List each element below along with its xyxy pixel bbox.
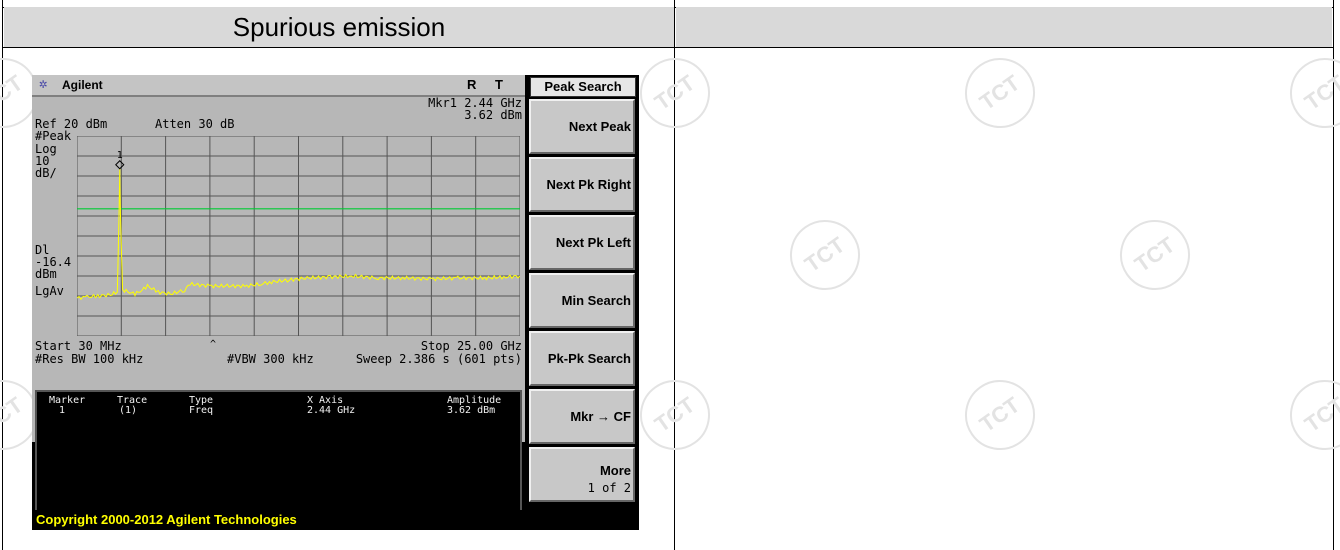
attenuation: Atten 30 dB xyxy=(155,117,235,131)
softkey-label: Next Peak xyxy=(568,119,631,134)
plot-area: Mkr1 2.44 GHz 3.62 dBm Ref 20 dBm Atten … xyxy=(32,97,525,526)
agilent-spark-icon: ✲ xyxy=(39,76,48,92)
softkey-label: Pk-Pk Search xyxy=(547,351,631,366)
spectrum-plot: 1 xyxy=(77,136,520,336)
scale-unit: dB/ xyxy=(35,166,57,180)
softkey-more[interactable]: More 1 of 2 xyxy=(529,447,635,502)
table-cell: Freq xyxy=(189,405,214,416)
header-right-text xyxy=(676,7,1332,47)
display-line-unit: dBm xyxy=(35,267,57,281)
softkey-mkr-to-cf[interactable]: Mkr → CF xyxy=(529,389,635,444)
softkey-label: Mkr → CF xyxy=(570,409,631,424)
copyright-bar: Copyright 2000-2012 Agilent Technologies xyxy=(32,510,639,530)
softkey-label: Next Pk Left xyxy=(555,235,631,250)
sweep-time: Sweep 2.386 s (601 pts) xyxy=(355,352,522,366)
marker-number-label: 1 xyxy=(117,150,123,161)
table-cell: 1 xyxy=(59,405,66,416)
marker-amplitude: 3.62 dBm xyxy=(464,108,522,122)
marker-table: Marker Trace Type X Axis Amplitude 1 (1)… xyxy=(35,390,522,526)
table-cell: (1) xyxy=(119,405,138,416)
softkey-label: Next Pk Right xyxy=(546,177,631,192)
analyzer-title-bar: ✲ Agilent R T xyxy=(32,75,525,97)
softkey-next-pk-right[interactable]: Next Pk Right xyxy=(529,157,635,212)
softkey-panel: Peak Search Next Peak Next Pk Right Next… xyxy=(527,75,639,508)
table-cell: 3.62 dBm xyxy=(447,405,496,416)
resolution-bandwidth: #Res BW 100 kHz xyxy=(35,352,144,366)
softkey-label: More xyxy=(599,463,631,478)
center-caret: ^ xyxy=(210,339,217,350)
table-cell: 2.44 GHz xyxy=(307,405,356,416)
softkey-page-indicator: 1 of 2 xyxy=(587,481,631,495)
softkey-menu-title[interactable]: Peak Search xyxy=(530,77,636,97)
softkey-next-pk-left[interactable]: Next Pk Left xyxy=(529,215,635,270)
video-bandwidth: #VBW 300 kHz xyxy=(227,352,314,366)
section-title: Spurious emission xyxy=(232,12,446,42)
table-header: Marker xyxy=(49,395,86,406)
brand-name: Agilent xyxy=(62,78,103,92)
status-r: R xyxy=(467,77,477,92)
softkey-pk-pk-search[interactable]: Pk-Pk Search xyxy=(529,331,635,386)
status-t: T xyxy=(495,77,503,92)
table-header-border xyxy=(2,47,1334,48)
softkey-min-search[interactable]: Min Search xyxy=(529,273,635,328)
average-type: LgAv xyxy=(35,284,64,298)
softkey-label: Min Search xyxy=(561,293,631,308)
spectrum-analyzer-screen: ✲ Agilent R T Mkr1 2.44 GHz 3.62 dBm Ref… xyxy=(32,75,639,530)
softkey-next-peak[interactable]: Next Peak xyxy=(529,99,635,154)
